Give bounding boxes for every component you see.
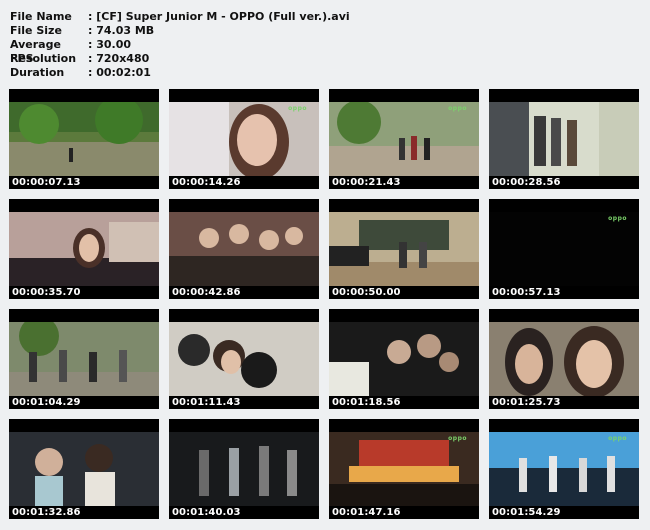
thumbnail-frame-couple <box>9 432 159 506</box>
file-size-label: File Size <box>10 24 62 37</box>
thumbnail-frame-piano-girl <box>9 212 159 286</box>
video-thumbnail[interactable]: oppo 00:01:54.29 <box>489 419 639 519</box>
duration-label: Duration <box>10 66 65 79</box>
video-thumbnail[interactable]: 00:01:32.86 <box>9 419 159 519</box>
video-thumbnail[interactable]: oppo 00:01:47.16 <box>329 419 479 519</box>
file-info-panel: File Name : [CF] Super Junior M - OPPO (… <box>10 10 350 80</box>
file-name-row: File Name : [CF] Super Junior M - OPPO (… <box>10 10 350 24</box>
thumbnail-frame-classroom <box>329 212 479 286</box>
thumbnail-frame-group-laugh <box>169 322 319 396</box>
average-fps-value: : 30.00 <box>88 38 132 51</box>
video-thumbnail[interactable]: oppo 00:00:14.26 <box>169 89 319 189</box>
thumbnail-frame-girl-close <box>169 102 319 176</box>
video-thumbnail[interactable]: 00:00:07.13 <box>9 89 159 189</box>
timecode-label: 00:01:32.86 <box>12 507 81 518</box>
file-name-value: : [CF] Super Junior M - OPPO (Full ver.)… <box>88 10 350 23</box>
average-fps-label: Average FPS <box>10 38 61 65</box>
resolution-value: : 720x480 <box>88 52 150 65</box>
oppo-watermark: oppo <box>288 105 307 112</box>
video-thumbnail[interactable]: oppo 00:00:21.43 <box>329 89 479 189</box>
thumbnail-frame-stage-blue <box>489 432 639 506</box>
timecode-label: 00:01:04.29 <box>12 397 81 408</box>
file-size-row: File Size : 74.03 MB <box>10 24 350 38</box>
thumbnail-frame-black <box>489 212 639 286</box>
thumbnail-frame-dark-group <box>329 322 479 396</box>
resolution-row: Resolution : 720x480 <box>10 52 350 66</box>
duration-row: Duration : 00:02:01 <box>10 66 350 80</box>
timecode-label: 00:00:35.70 <box>12 287 81 298</box>
video-thumbnail[interactable]: 00:01:04.29 <box>9 309 159 409</box>
file-name-label: File Name <box>10 10 72 23</box>
thumbnail-frame-hallway <box>489 102 639 176</box>
thumbnail-frame-street <box>329 102 479 176</box>
thumbnail-frame-smile-close <box>489 322 639 396</box>
video-thumbnail[interactable]: 00:00:28.56 <box>489 89 639 189</box>
oppo-watermark: oppo <box>448 105 467 112</box>
file-size-value: : 74.03 MB <box>88 24 155 37</box>
video-thumbnail[interactable]: 00:01:40.03 <box>169 419 319 519</box>
average-fps-row: Average FPS : 30.00 <box>10 38 350 65</box>
timecode-label: 00:00:50.00 <box>332 287 401 298</box>
video-thumbnail[interactable]: 00:00:35.70 <box>9 199 159 299</box>
timecode-label: 00:01:25.73 <box>492 397 561 408</box>
video-thumbnail[interactable]: oppo 00:00:57.13 <box>489 199 639 299</box>
timecode-label: 00:01:11.43 <box>172 397 241 408</box>
video-thumbnail[interactable]: 00:01:18.56 <box>329 309 479 409</box>
thumbnail-frame-park <box>9 102 159 176</box>
timecode-label: 00:00:42.86 <box>172 287 241 298</box>
oppo-watermark: oppo <box>608 215 627 222</box>
oppo-watermark: oppo <box>608 435 627 442</box>
timecode-label: 00:00:07.13 <box>12 177 81 188</box>
timecode-label: 00:01:54.29 <box>492 507 561 518</box>
video-thumbnail[interactable]: 00:00:42.86 <box>169 199 319 299</box>
video-thumbnail[interactable]: 00:01:25.73 <box>489 309 639 409</box>
thumbnail-frame-group-piano <box>169 212 319 286</box>
video-thumbnail[interactable]: 00:00:50.00 <box>329 199 479 299</box>
timecode-label: 00:00:28.56 <box>492 177 561 188</box>
timecode-label: 00:00:21.43 <box>332 177 401 188</box>
timecode-label: 00:00:57.13 <box>492 287 561 298</box>
timecode-label: 00:00:14.26 <box>172 177 241 188</box>
oppo-watermark: oppo <box>448 435 467 442</box>
timecode-label: 00:01:18.56 <box>332 397 401 408</box>
resolution-label: Resolution <box>10 52 77 65</box>
timecode-label: 00:01:40.03 <box>172 507 241 518</box>
thumbnail-frame-concert <box>329 432 479 506</box>
thumbnail-frame-outdoor-group <box>9 322 159 396</box>
timecode-label: 00:01:47.16 <box>332 507 401 518</box>
video-thumbnail[interactable]: 00:01:11.43 <box>169 309 319 409</box>
duration-value: : 00:02:01 <box>88 66 151 79</box>
thumbnail-frame-stage-dark <box>169 432 319 506</box>
